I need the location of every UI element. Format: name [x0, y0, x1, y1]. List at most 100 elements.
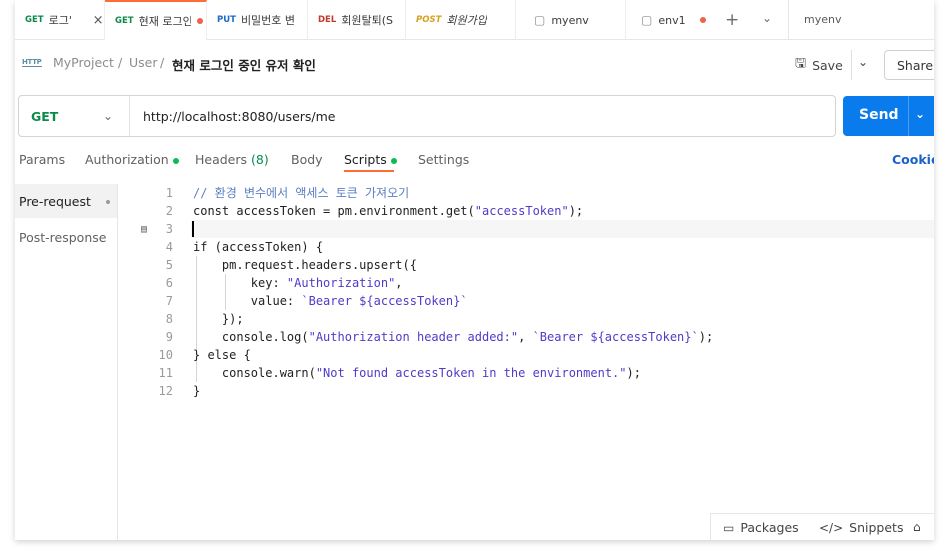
unsaved-dot-icon: [196, 18, 203, 24]
tab-params[interactable]: Params: [19, 152, 65, 167]
broom-button[interactable]: ⌂: [913, 520, 927, 534]
side-item-pre-request[interactable]: Pre-request: [15, 184, 117, 218]
package-icon: ▭: [723, 520, 735, 535]
line-number: 5: [165, 258, 173, 272]
method-chevron-down-icon[interactable]: ⌄: [103, 109, 113, 123]
tab-label: Params: [19, 152, 66, 167]
http-icon: HTTP: [22, 58, 42, 67]
code-line: } else {: [193, 346, 251, 364]
breadcrumb-project[interactable]: MyProject: [53, 55, 114, 70]
code-token: ,: [395, 276, 403, 290]
code-token: `Bearer ${accessToken}`: [532, 330, 699, 344]
text-cursor: [192, 221, 194, 237]
tab-title: env1: [658, 13, 686, 27]
environment-selector[interactable]: myenv: [804, 13, 841, 26]
code-token: pm.request.headers.upsert({: [193, 258, 417, 272]
tab-title: 회원탈퇴(S: [341, 14, 394, 27]
tab-label: Body: [291, 152, 323, 167]
side-item-label: Post-response: [19, 230, 107, 245]
tab-label: Headers: [195, 152, 248, 167]
tab-get-current-user[interactable]: GET 현재 로그인: [105, 0, 207, 40]
code-token: key:: [193, 276, 287, 290]
url-input[interactable]: http://localhost:8080/users/me: [143, 109, 336, 124]
code-token: // 환경 변수에서 액세스 토큰 가져오기: [193, 186, 410, 200]
line-number: 4: [165, 240, 173, 254]
share-label: Share: [897, 57, 934, 73]
tab-title: 회원가입: [446, 14, 487, 27]
code-line: pm.request.headers.upsert({: [193, 256, 417, 274]
close-icon[interactable]: ×: [93, 13, 104, 28]
divider: [129, 96, 130, 136]
save-icon: 🖫: [795, 56, 807, 71]
tab-authorization[interactable]: Authorization: [85, 152, 179, 167]
share-button[interactable]: Share: [884, 50, 934, 80]
tab-env-env1[interactable]: ▢ env1: [626, 0, 716, 40]
tab-body[interactable]: Body: [291, 152, 323, 167]
request-header: HTTP MyProject / User / 현재 로그인 중인 유저 확인 …: [15, 41, 934, 89]
code-token: "Not found accessToken in the environmen…: [315, 366, 627, 380]
code-line: key: "Authorization",: [193, 274, 403, 292]
tab-method: POST: [416, 15, 442, 25]
code-token: console.log(: [193, 330, 309, 344]
packages-label: Packages: [740, 520, 799, 535]
code-token: "Authorization": [286, 276, 396, 290]
tab-list-chevron-down-icon[interactable]: ⌄: [762, 11, 772, 25]
save-button[interactable]: 🖫 Save: [795, 52, 843, 78]
tab-del-withdraw[interactable]: DEL 회원탈퇴(S: [308, 0, 406, 40]
send-button[interactable]: Send ⌄: [843, 96, 934, 136]
line-number: 9: [165, 330, 173, 344]
code-line: });: [193, 310, 244, 328]
dot-icon: [106, 200, 110, 204]
packages-button[interactable]: ▭ Packages: [723, 520, 799, 535]
request-title[interactable]: 현재 로그인 중인 유저 확인: [172, 55, 316, 74]
request-tab-strip: GET 로그' × GET 현재 로그인 PUT 비밀번호 변 DEL 회원탈퇴…: [15, 0, 934, 40]
code-editor[interactable]: ▤ 1 2 3 4 5 6 7 8 9 10 11 12// 환경 변수에서 액세스 토큰 가져오기 c…: [119, 184, 934, 504]
tab-method: PUT: [217, 15, 236, 25]
save-options-chevron-down-icon[interactable]: ⌄: [858, 55, 868, 69]
tab-title: 비밀번호 변: [240, 14, 296, 27]
scripts-side-panel: Pre-request Post-response: [15, 184, 118, 540]
code-line: const accessToken = pm.environment.get("…: [193, 202, 583, 220]
tab-put-password[interactable]: PUT 비밀번호 변: [207, 0, 308, 40]
breadcrumb-folder[interactable]: User: [129, 55, 158, 70]
tab-method: DEL: [318, 15, 337, 25]
line-number: 2: [165, 204, 173, 218]
tab-headers[interactable]: Headers (8): [195, 152, 269, 167]
cookies-link[interactable]: Cookies: [892, 152, 934, 167]
new-tab-plus-icon[interactable]: +: [725, 10, 739, 30]
line-number: 3: [165, 222, 173, 236]
tab-env-myenv[interactable]: ▢ myenv: [516, 0, 626, 40]
tab-settings[interactable]: Settings: [418, 152, 469, 167]
code-token: ,: [518, 330, 533, 344]
line-number: 11: [158, 366, 173, 380]
send-options-chevron-down-icon[interactable]: ⌄: [915, 107, 925, 121]
active-tab-underline: [344, 170, 394, 172]
line-number: 10: [158, 348, 173, 362]
tab-post-signup[interactable]: POST 회원가입: [406, 0, 516, 40]
line-number: 6: [165, 276, 173, 290]
tab-scripts[interactable]: Scripts: [344, 152, 397, 167]
tab-method: GET: [115, 16, 134, 26]
code-token: );: [698, 330, 714, 344]
divider: [851, 50, 852, 80]
tab-label: Authorization: [85, 152, 169, 167]
side-item-post-response[interactable]: Post-response: [15, 220, 117, 254]
code-token: });: [193, 312, 244, 326]
script-footer: ▭ Packages </> Snippets ⌂: [710, 513, 934, 540]
method-selector[interactable]: GET: [31, 109, 58, 124]
save-label: Save: [812, 57, 843, 73]
tab-method: GET: [25, 15, 44, 25]
tab-title: 로그': [48, 14, 72, 27]
code-line: // 환경 변수에서 액세스 토큰 가져오기: [193, 184, 409, 202]
snippets-button[interactable]: </> Snippets: [819, 520, 903, 535]
side-item-label: Pre-request: [19, 194, 91, 209]
environment-icon: ▢: [641, 13, 653, 27]
code-line: value: `Bearer ${accessToken}`: [193, 292, 468, 310]
breadcrumb-separator: /: [118, 55, 123, 70]
code-token: "accessToken": [474, 204, 569, 218]
code-icon: </>: [819, 520, 844, 535]
code-token: value:: [193, 294, 302, 308]
tab-get-login[interactable]: GET 로그' ×: [15, 0, 105, 40]
line-number: 1: [165, 186, 173, 200]
code-token: } else {: [193, 348, 251, 362]
